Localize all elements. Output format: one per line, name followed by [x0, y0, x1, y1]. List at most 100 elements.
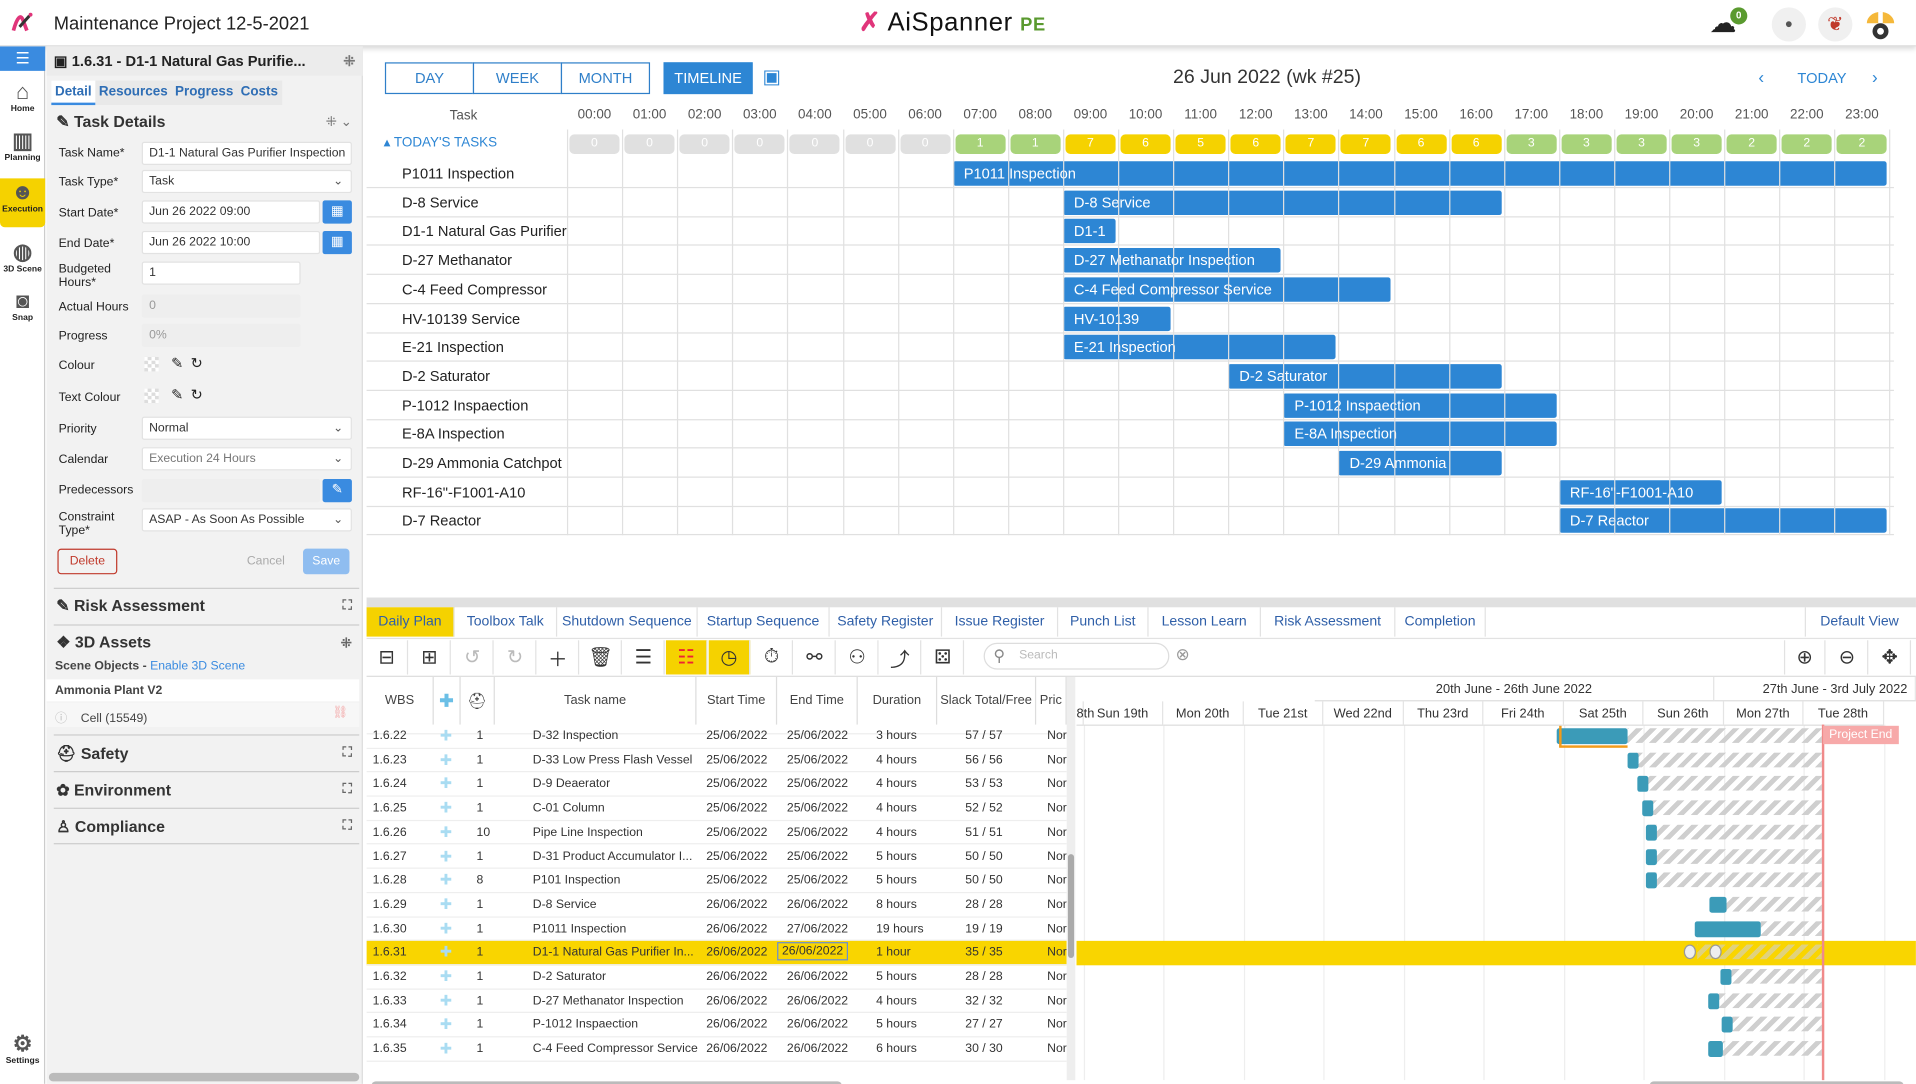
task-bar[interactable]: D-2 Saturator	[1228, 363, 1502, 389]
hour-task-count[interactable]: 3	[1671, 134, 1722, 154]
end-date-input[interactable]: Jun 26 2022 10:00	[141, 230, 321, 255]
add-subtask-icon[interactable]: ✚	[440, 751, 452, 768]
safety-section[interactable]: ⛑ Safety	[56, 744, 128, 764]
collapse-icon[interactable]: ⁜	[341, 635, 352, 652]
table-row[interactable]: 1.6.34 ✚ 1 P-1012 Inspaection 26/06/2022 26/0…	[366, 1013, 1067, 1038]
scene-object-row[interactable]: ⓘ Cell (15549) ⛓	[46, 702, 360, 728]
tab-issue-register[interactable]: Issue Register	[942, 607, 1059, 637]
table-row[interactable]: 1.6.23 ✚ 1 D-33 Low Press Flash Vessel 25/06…	[366, 749, 1067, 773]
task-bar[interactable]: P1011 Inspection	[952, 161, 1888, 186]
save-button[interactable]: Save	[303, 548, 350, 575]
auto-schedule-button[interactable]: ◷	[708, 640, 751, 675]
view-month-button[interactable]: MONTH	[560, 62, 651, 95]
hour-task-count[interactable]: 5	[1175, 134, 1226, 154]
next-day-button[interactable]: ›	[1872, 67, 1878, 87]
table-row[interactable]: 1.6.29 ✚ 1 D-8 Service 26/06/2022 26/06/2022 8…	[366, 893, 1067, 918]
calendar-picker-icon[interactable]: ▣	[762, 65, 780, 89]
cloud-sync-button[interactable]: ☁ 0	[1701, 6, 1748, 40]
view-timeline-button[interactable]: TIMELINE	[663, 62, 753, 95]
task-bar[interactable]: D-8 Service	[1062, 190, 1502, 215]
today-button[interactable]: TODAY	[1797, 70, 1846, 87]
hour-task-count[interactable]: 7	[1065, 134, 1116, 154]
scroll-thumb[interactable]	[1067, 854, 1075, 958]
nav-item-settings[interactable]: ⚙ Settings	[0, 1030, 45, 1079]
add-subtask-icon[interactable]: ✚	[440, 1016, 452, 1033]
task-bar[interactable]	[1556, 728, 1628, 745]
task-bar[interactable]	[1637, 776, 1649, 793]
hour-task-count[interactable]: 6	[1230, 134, 1281, 154]
expand-icon[interactable]: ⛶	[342, 782, 351, 798]
indent-button[interactable]: ☰	[623, 640, 665, 675]
undo-button[interactable]: ↺	[452, 640, 494, 675]
task-bar[interactable]	[1721, 1017, 1733, 1033]
hour-task-count[interactable]: 2	[1836, 134, 1887, 154]
add-subtask-icon[interactable]: ✚	[440, 727, 452, 744]
timeline-task-row[interactable]: E-8A Inspection	[366, 419, 1894, 449]
nav-item-snap[interactable]: ◙ Snap	[0, 287, 45, 336]
table-row[interactable]: 1.6.35 ✚ 1 C-4 Feed Compressor Service 26/06…	[366, 1038, 1067, 1062]
tab-progress[interactable]: Progress	[171, 81, 237, 105]
task-bar[interactable]	[1645, 848, 1657, 865]
clear-search-icon[interactable]: ⊗	[1175, 644, 1189, 665]
view-day-button[interactable]: DAY	[384, 62, 475, 95]
task-bar[interactable]: D-27 Methanator Inspection	[1062, 248, 1281, 273]
task-bar[interactable]: RF-16"-F1001-A10	[1558, 479, 1722, 505]
column-header[interactable]: WBS	[367, 676, 434, 725]
hour-task-count[interactable]: 6	[1451, 134, 1502, 154]
task-details-header[interactable]: ✎ Task Details	[56, 112, 165, 132]
s-curve-button[interactable]: ⤴	[880, 640, 922, 675]
profile-menu-button[interactable]	[1863, 7, 1897, 41]
task-bar[interactable]	[1645, 872, 1657, 889]
calendar-select[interactable]: Execution 24 Hours ⌄	[141, 447, 352, 471]
start-date-picker-button[interactable]: ▦	[322, 200, 352, 224]
column-header[interactable]: Pric	[1036, 676, 1067, 725]
todays-tasks-toggle[interactable]: ▴ TODAY'S TASKS	[384, 134, 497, 151]
add-subtask-icon[interactable]: ✚	[440, 823, 452, 840]
add-subtask-icon[interactable]: ✚	[440, 992, 452, 1009]
add-subtask-icon[interactable]: ✚	[440, 775, 452, 792]
expand-all-button[interactable]: ⊞	[409, 640, 451, 675]
table-row[interactable]: 1.6.32 ✚ 1 D-2 Saturator 26/06/2022 26/06/202…	[366, 965, 1067, 990]
task-bar[interactable]: D1-1	[1062, 219, 1116, 244]
hour-task-count[interactable]: 0	[789, 134, 840, 154]
zoom-out-button[interactable]: ⊖	[1827, 640, 1869, 675]
task-name-input[interactable]: D1-1 Natural Gas Purifier Inspection	[141, 141, 352, 165]
table-row[interactable]: 1.6.28 ✚ 8 P101 Inspection 25/06/2022 25/06/2…	[366, 869, 1067, 894]
timeline-task-row[interactable]: D-29 Ammonia Catchpot	[366, 448, 1894, 478]
collapse-all-button[interactable]: ⊟	[367, 640, 409, 675]
collapse-icon[interactable]: ⁜	[343, 46, 355, 75]
text-colour-swatch[interactable]	[144, 388, 159, 404]
hour-task-count[interactable]: 3	[1506, 134, 1557, 154]
search-input[interactable]: ⚲ Search	[983, 642, 1170, 670]
3d-assets-section[interactable]: ❖ 3D Assets	[56, 633, 151, 653]
hour-task-count[interactable]: 0	[734, 134, 785, 154]
add-subtask-icon[interactable]: ✚	[440, 920, 452, 937]
edit-text-colour-icon[interactable]: ✎	[171, 386, 183, 403]
timeline-task-row[interactable]: D-2 Saturator	[366, 362, 1894, 391]
redo-button[interactable]: ↻	[495, 640, 537, 675]
add-subtask-icon[interactable]: ✚	[440, 944, 452, 961]
add-subtask-icon[interactable]: ✚	[439, 690, 453, 710]
column-header[interactable]: Start Time	[696, 676, 778, 725]
table-row[interactable]: 1.6.22 ✚ 1 D-32 Inspection 25/06/2022 25/06/2…	[366, 725, 1067, 749]
add-subtask-icon[interactable]: ✚	[440, 799, 452, 816]
cancel-button[interactable]: Cancel	[247, 555, 285, 568]
fit-to-screen-button[interactable]: ✥	[1870, 640, 1912, 675]
add-subtask-icon[interactable]: ✚	[440, 896, 452, 913]
nav-item-3d-scene[interactable]: ◍ 3D Scene	[0, 238, 45, 287]
tab-detail[interactable]: Detail	[51, 80, 96, 106]
hour-task-count[interactable]: 0	[900, 134, 951, 154]
tab-costs[interactable]: Costs	[237, 81, 282, 105]
table-row[interactable]: 1.6.33 ✚ 1 D-27 Methanator Inspection 26/06/…	[366, 989, 1067, 1014]
resources-button[interactable]: ⚇	[837, 640, 879, 675]
tab-startup-sequence[interactable]: Startup Sequence	[698, 607, 830, 637]
add-subtask-icon[interactable]: ✚	[440, 871, 452, 888]
budgeted-hours-input[interactable]: 1	[141, 261, 301, 285]
view-week-button[interactable]: WEEK	[472, 62, 563, 95]
expand-icon[interactable]: ⛶	[342, 599, 351, 615]
task-bar[interactable]	[1645, 824, 1657, 841]
nav-item-execution[interactable]: ☻ Execution	[0, 178, 46, 228]
chat-button[interactable]: ●	[1771, 7, 1806, 42]
reset-colour-icon[interactable]: ↻	[191, 354, 203, 371]
colour-swatch[interactable]	[144, 356, 159, 372]
